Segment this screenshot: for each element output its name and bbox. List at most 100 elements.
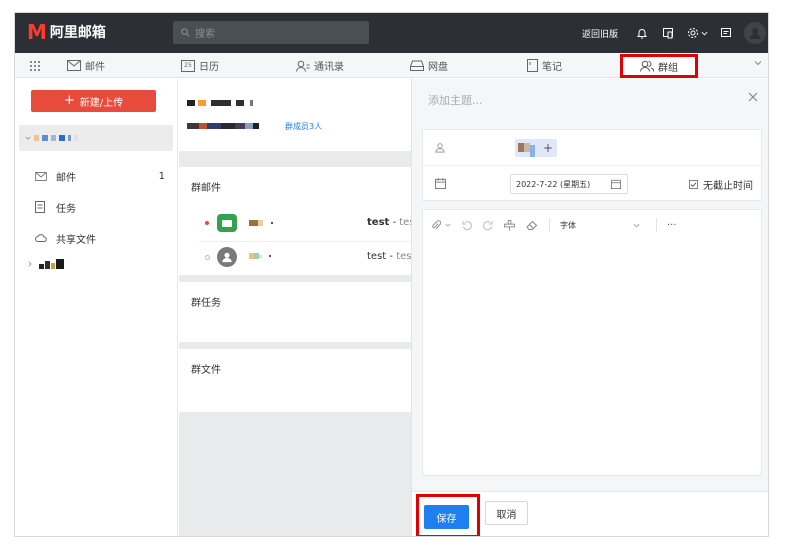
group-files-card: 群文件 — [179, 349, 411, 412]
chevron-down-icon — [445, 223, 451, 227]
group-header: 群成员3人 — [179, 79, 411, 151]
chevron-down-icon — [701, 31, 707, 35]
chevron-down-icon — [25, 136, 31, 140]
unread-dot-icon — [205, 221, 209, 225]
nav-more-chevron-icon[interactable] — [754, 59, 762, 70]
top-bar: M 阿里邮箱 搜索 返回旧版 — [15, 13, 768, 53]
font-family-select[interactable]: 字体 — [560, 220, 640, 231]
logo-text: 阿里邮箱 — [49, 25, 106, 41]
task-fields: + 2022-7-22 (星期五) 无截止时间 — [422, 129, 763, 202]
tab-groups-label: 群组 — [658, 62, 678, 74]
group-name-redacted — [39, 259, 64, 269]
due-date-picker[interactable]: 2022-7-22 (星期五) — [510, 174, 628, 194]
bell-icon[interactable] — [634, 25, 650, 41]
compose-panel: 添加主题... + 2022-7-22 (星期五) 无截止时间 字体 ··· 保… — [411, 79, 768, 536]
new-upload-label: 新建/上传 — [79, 97, 124, 109]
tab-mail-label: 邮件 — [85, 62, 105, 73]
settings-gear-icon[interactable] — [686, 25, 708, 41]
close-icon[interactable] — [748, 90, 758, 105]
tab-contacts[interactable]: 通讯录 — [296, 53, 344, 78]
group-item-collapsed[interactable] — [27, 259, 64, 269]
rich-text-editor[interactable]: 字体 ··· — [422, 209, 762, 476]
tab-groups[interactable]: 群组 — [620, 54, 698, 78]
group-detail-panel: 群成员3人 群邮件 test - test — [179, 79, 411, 536]
tab-calendar[interactable]: 25 日历 — [181, 53, 219, 78]
toolbar-divider — [549, 218, 550, 232]
redo-icon[interactable] — [483, 220, 493, 230]
add-assignee-plus-icon[interactable]: + — [543, 141, 553, 155]
assignee-row: + — [423, 130, 763, 166]
tab-calendar-label: 日历 — [199, 62, 219, 73]
contacts-icon — [296, 60, 310, 72]
save-button[interactable]: 保存 — [424, 505, 469, 529]
group-icon — [640, 60, 654, 72]
no-deadline-checkbox[interactable]: 无截止时间 — [689, 177, 753, 192]
chevron-right-icon — [28, 261, 32, 267]
sidebar: + 新建/上传 邮件 1 任务 共享文件 — [15, 79, 178, 536]
group-email-redacted — [187, 123, 259, 129]
sidebar-item-tasks[interactable]: 任务 — [35, 198, 165, 216]
mail-unread-count: 1 — [158, 170, 165, 182]
app-logo[interactable]: M 阿里邮箱 — [27, 22, 106, 42]
mail-icon — [67, 60, 81, 71]
cancel-button[interactable]: 取消 — [485, 501, 528, 525]
date-row: 2022-7-22 (星期五) 无截止时间 — [423, 166, 763, 202]
compose-footer: 保存 取消 — [412, 491, 768, 536]
group-item-selected[interactable] — [19, 125, 173, 151]
assignee-chip[interactable]: + — [515, 139, 557, 157]
attachment-icon[interactable] — [431, 219, 451, 231]
person-icon — [435, 143, 445, 153]
new-upload-button[interactable]: + 新建/上传 — [31, 90, 156, 112]
search-input[interactable]: 搜索 — [195, 25, 215, 40]
cloud-icon — [35, 234, 47, 242]
more-options-icon[interactable]: ··· — [667, 220, 677, 231]
message-icon[interactable] — [718, 25, 734, 41]
undo-icon[interactable] — [462, 220, 472, 230]
subject-input[interactable]: 添加主题... — [428, 92, 483, 108]
app-window: M 阿里邮箱 搜索 返回旧版 邮件 25 日历 通讯录 网盘 笔记 群组 + 新… — [14, 12, 769, 537]
no-deadline-label: 无截止时间 — [703, 181, 753, 192]
group-member-count-link[interactable]: 群成员3人 — [285, 121, 322, 132]
plus-icon: + — [63, 93, 75, 108]
checkbox-checked-icon — [689, 180, 698, 189]
tab-notes[interactable]: 笔记 — [527, 53, 562, 78]
toolbar-divider — [656, 218, 657, 232]
sender-avatar — [217, 247, 237, 267]
search-box[interactable]: 搜索 — [173, 21, 369, 44]
list-item[interactable]: test - test — [179, 208, 411, 238]
sidebar-item-mail[interactable]: 邮件 1 — [35, 167, 165, 185]
font-family-value: 字体 — [560, 220, 576, 230]
sender-avatar — [217, 214, 237, 232]
tab-mail[interactable]: 邮件 — [67, 53, 105, 78]
mobile-icon[interactable] — [660, 25, 676, 41]
eraser-icon[interactable] — [526, 220, 538, 230]
back-to-old-version-link[interactable]: 返回旧版 — [582, 27, 618, 40]
search-icon — [181, 28, 190, 37]
sidebar-item-shared-files[interactable]: 共享文件 — [35, 229, 165, 247]
read-dot-icon — [205, 255, 210, 260]
group-title-redacted — [187, 100, 253, 106]
sidebar-item-mail-label: 邮件 — [56, 172, 76, 184]
tab-contacts-label: 通讯录 — [314, 62, 344, 73]
mail-subject: test - test — [367, 251, 411, 262]
group-tasks-title: 群任务 — [191, 298, 221, 309]
apps-grid-icon[interactable] — [29, 53, 45, 78]
user-avatar[interactable] — [744, 22, 766, 44]
sender-name-redacted — [249, 253, 271, 259]
group-name-redacted — [34, 135, 81, 141]
tab-notes-label: 笔记 — [542, 62, 562, 73]
sidebar-item-tasks-label: 任务 — [56, 203, 76, 215]
tab-disk[interactable]: 网盘 — [410, 53, 448, 78]
list-item[interactable]: test - test — [179, 242, 411, 272]
sidebar-item-shared-files-label: 共享文件 — [56, 234, 96, 246]
notes-icon — [527, 59, 538, 72]
mail-subject: test - test — [367, 217, 411, 228]
assignee-avatar-redacted — [518, 143, 535, 157]
group-files-title: 群文件 — [191, 365, 221, 376]
format-painter-icon[interactable] — [504, 219, 515, 231]
due-date-value: 2022-7-22 (星期五) — [516, 179, 591, 189]
cloud-disk-icon — [410, 60, 424, 71]
task-icon — [35, 201, 45, 213]
group-mail-title: 群邮件 — [191, 183, 221, 194]
chevron-down-icon — [633, 223, 640, 227]
